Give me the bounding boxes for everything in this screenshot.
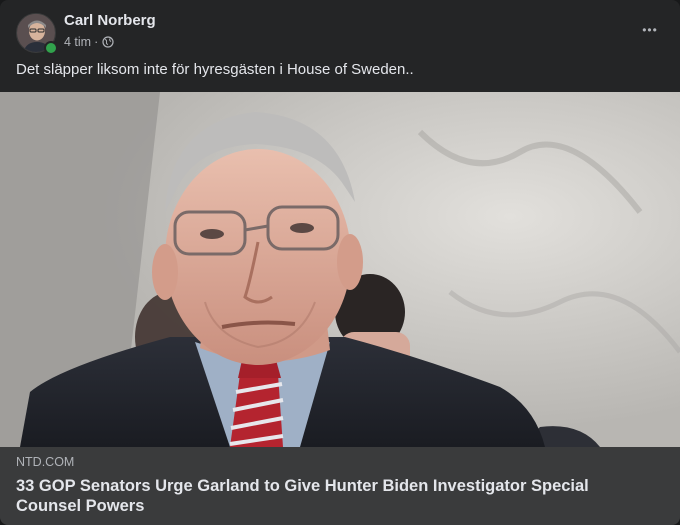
globe-icon[interactable]	[102, 36, 114, 48]
more-options-button[interactable]: •••	[638, 18, 662, 42]
meta-separator: ·	[94, 35, 99, 49]
link-preview-footer[interactable]: NTD.COM 33 GOP Senators Urge Garland to …	[0, 447, 680, 525]
feed-post: Carl Norberg 4 tim · ••• Det släpper lik…	[0, 0, 680, 525]
post-timestamp[interactable]: 4 tim	[64, 35, 91, 49]
post-text: Det släpper liksom inte för hyresgästen …	[16, 61, 414, 78]
more-icon: •••	[642, 23, 658, 37]
online-status-dot	[44, 41, 58, 55]
post-meta: 4 tim ·	[64, 35, 114, 49]
author-name[interactable]: Carl Norberg	[64, 12, 156, 29]
post-header: Carl Norberg 4 tim · •••	[0, 0, 680, 60]
link-headline[interactable]: 33 GOP Senators Urge Garland to Give Hun…	[16, 476, 646, 516]
link-preview-image[interactable]	[0, 92, 680, 447]
link-domain: NTD.COM	[16, 455, 75, 469]
